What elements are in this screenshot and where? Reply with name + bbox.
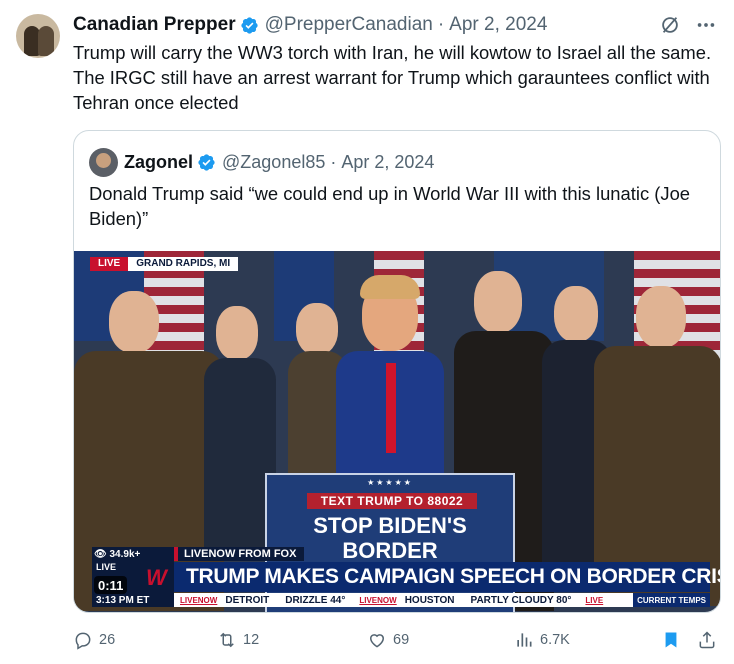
live-label: LIVE bbox=[96, 562, 117, 572]
verified-badge-icon bbox=[198, 153, 215, 171]
quoted-tweet-header: Zagonel @Zagonel85 · Apr 2, 2024 bbox=[89, 146, 434, 178]
author-avatar[interactable] bbox=[16, 14, 60, 58]
chyron-headline: TRUMP MAKES CAMPAIGN SPEECH ON BORDER CR… bbox=[174, 562, 720, 592]
podium-headline: STOP BIDEN'S bbox=[313, 513, 467, 538]
author-handle[interactable]: @PrepperCanadian bbox=[265, 14, 433, 36]
weather-ticker: LIVENOW DETROIT DRIZZLE 44° LIVENOW HOUS… bbox=[174, 593, 710, 607]
author-name[interactable]: Canadian Prepper bbox=[73, 14, 236, 36]
broadcast-clock: 3:13 PM ET bbox=[96, 595, 150, 606]
analytics-icon bbox=[517, 633, 532, 647]
quoted-author-handle: @Zagonel85 bbox=[222, 151, 326, 172]
repost-button[interactable]: 12 bbox=[217, 630, 259, 650]
share-button[interactable] bbox=[697, 630, 717, 650]
reply-button[interactable]: 26 bbox=[73, 630, 115, 650]
video-timestamp: 0:11 bbox=[94, 576, 128, 594]
more-options-icon[interactable] bbox=[694, 13, 718, 37]
views-button[interactable]: 6.7K bbox=[514, 630, 570, 650]
grok-icon[interactable] bbox=[658, 13, 682, 37]
chyron-source: LIVENOW FROM FOX bbox=[174, 547, 305, 561]
like-button[interactable]: 69 bbox=[367, 630, 409, 650]
bookmark-button[interactable] bbox=[661, 630, 681, 650]
podium-sign: ★★★★★ TEXT TRUMP TO 88022 STOP BIDEN'S B… bbox=[265, 473, 515, 612]
separator-dot: · bbox=[330, 151, 337, 172]
view-count: 6.7K bbox=[540, 632, 570, 648]
live-tag: LIVE bbox=[90, 257, 129, 271]
reply-count: 26 bbox=[99, 632, 116, 648]
quoted-author-name: Zagonel bbox=[124, 151, 194, 172]
tweet-date[interactable]: Apr 2, 2024 bbox=[449, 14, 547, 36]
bookmark-icon bbox=[665, 632, 677, 648]
quoted-tweet-text: Donald Trump said “we could end up in Wo… bbox=[89, 183, 691, 229]
quoted-tweet-date: Apr 2, 2024 bbox=[341, 151, 435, 172]
video-player[interactable]: ★★★★★ TEXT TRUMP TO 88022 STOP BIDEN'S B… bbox=[74, 251, 720, 612]
network-logo: W bbox=[146, 565, 167, 590]
reply-icon bbox=[75, 632, 91, 650]
location-tag: GRAND RAPIDS, MI bbox=[128, 257, 239, 271]
podium-text-line: TEXT TRUMP TO 88022 bbox=[307, 493, 477, 509]
separator-dot: · bbox=[437, 14, 445, 35]
heart-icon bbox=[369, 634, 385, 648]
share-icon bbox=[699, 631, 715, 649]
viewer-count: 👁 34.9k+ bbox=[94, 549, 141, 560]
repost-count: 12 bbox=[243, 632, 260, 648]
verified-badge-icon[interactable] bbox=[240, 16, 259, 35]
podium-stars: ★★★★★ bbox=[367, 478, 413, 487]
quoted-tweet[interactable]: Zagonel @Zagonel85 · Apr 2, 2024 Donald … bbox=[73, 130, 721, 613]
avatar-figure bbox=[38, 26, 54, 56]
live-location-bug: LIVE GRAND RAPIDS, MI bbox=[90, 257, 239, 271]
tweet-action-bar: 26 12 69 6.7K bbox=[73, 624, 721, 656]
like-count: 69 bbox=[393, 632, 410, 648]
repost-icon bbox=[220, 632, 234, 648]
tweet-text: Trump will carry the WW3 torch with Iran… bbox=[73, 42, 712, 113]
tweet-header: Canadian Prepper @PrepperCanadian · Apr … bbox=[73, 12, 718, 38]
quoted-author-avatar bbox=[89, 147, 118, 177]
